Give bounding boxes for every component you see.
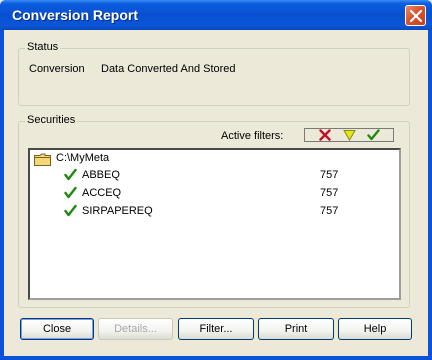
green-check-icon (64, 204, 77, 220)
tree-row[interactable]: ABBEQ 757 (64, 168, 384, 184)
green-check-icon (64, 168, 77, 184)
security-count: 757 (320, 187, 339, 199)
green-check-icon[interactable] (367, 129, 380, 144)
tree-root-label: C:\MyMeta (56, 152, 110, 164)
securities-legend: Securities (25, 114, 78, 126)
folder-icon (34, 153, 51, 169)
securities-group: Securities Active filters: C:\MyMeta ABB… (18, 114, 410, 308)
filter-button[interactable]: Filter... (178, 318, 254, 340)
help-button[interactable]: Help (338, 318, 412, 340)
status-legend: Status (25, 41, 61, 53)
security-name: SIRPAPEREQ (82, 205, 153, 217)
print-button[interactable]: Print (258, 318, 334, 340)
yellow-triangle-icon[interactable] (343, 129, 356, 144)
active-filters-label: Active filters: (221, 130, 284, 142)
details-button[interactable]: Details... (98, 318, 173, 340)
security-count: 757 (320, 169, 339, 181)
security-name: ABBEQ (82, 169, 120, 181)
security-name: ACCEQ (82, 187, 122, 199)
security-count: 757 (320, 205, 339, 217)
status-label: Conversion (29, 63, 85, 75)
active-filters-box[interactable] (304, 128, 394, 142)
red-x-icon[interactable] (319, 129, 331, 144)
tree-row[interactable]: ACCEQ 757 (64, 186, 384, 202)
window-title: Conversion Report (12, 7, 139, 23)
status-group: Status Conversion Data Converted And Sto… (18, 41, 410, 106)
close-window-button[interactable] (405, 5, 426, 26)
tree-row[interactable]: SIRPAPEREQ 757 (64, 204, 384, 220)
securities-tree[interactable]: C:\MyMeta ABBEQ 757 ACCEQ 757 SIRPAPEREQ… (28, 148, 401, 300)
title-bar[interactable]: Conversion Report (0, 0, 432, 30)
status-value: Data Converted And Stored (101, 63, 236, 75)
close-icon (410, 10, 422, 22)
green-check-icon (64, 186, 77, 202)
close-button[interactable]: Close (20, 318, 94, 340)
